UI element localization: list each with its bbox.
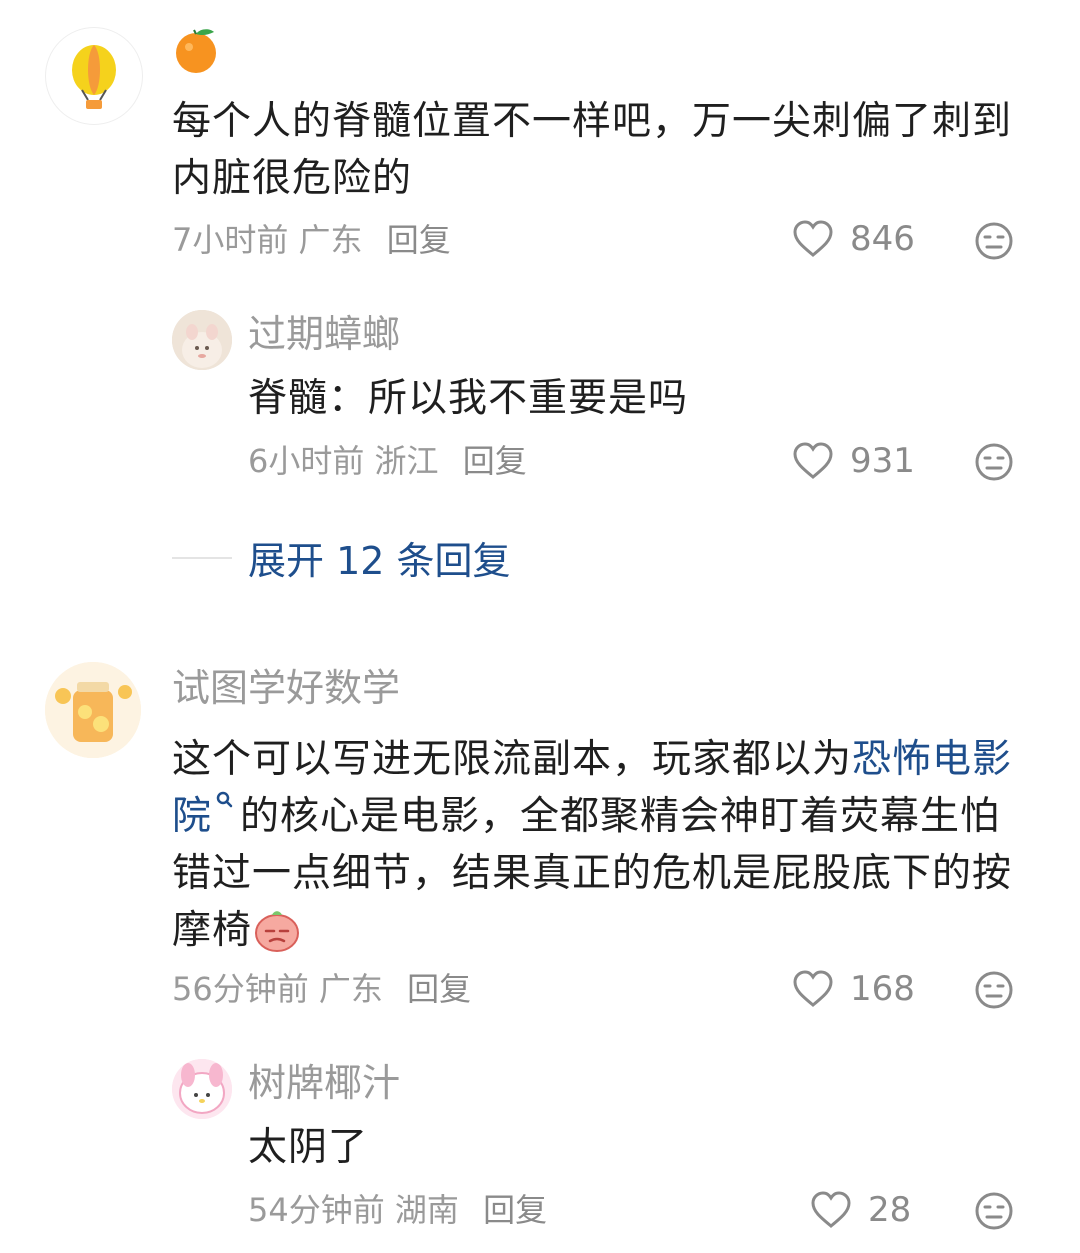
comment-location: 广东: [318, 970, 383, 1008]
comment-time: 6小时前: [248, 442, 365, 480]
comment-content: 太阴了: [248, 1125, 369, 1170]
like-count: 931: [850, 441, 915, 481]
username[interactable]: 试图学好数学: [172, 669, 400, 707]
comment-content: 脊髓：所以我不重要是吗: [248, 376, 689, 421]
search-small-icon: [216, 791, 233, 808]
expand-replies-button[interactable]: 展开 12 条回复: [172, 530, 511, 585]
like-count: 846: [850, 219, 915, 259]
dislike-button[interactable]: [974, 442, 1014, 486]
dislike-button[interactable]: [974, 970, 1014, 1014]
avatar[interactable]: [172, 310, 232, 370]
comment-meta: 56分钟前 广东 回复: [172, 973, 471, 1005]
reply-button[interactable]: 回复: [387, 221, 451, 259]
like-button[interactable]: 28: [810, 1191, 911, 1229]
username[interactable]: 过期蟑螂: [248, 315, 400, 353]
comment-meta: 7小时前 广东 回复: [172, 224, 451, 256]
dislike-button[interactable]: [974, 1191, 1014, 1235]
dislike-face-icon: [975, 222, 1013, 260]
avatar[interactable]: [45, 27, 143, 125]
reply-button[interactable]: 回复: [463, 442, 527, 480]
blush-face-emoji: [252, 907, 302, 969]
like-button[interactable]: 168: [792, 970, 915, 1008]
like-button[interactable]: 931: [792, 442, 915, 480]
dislike-button[interactable]: [974, 221, 1014, 265]
comment-location: 湖南: [394, 1191, 459, 1229]
like-count: 28: [868, 1190, 912, 1230]
comment-time: 56分钟前: [172, 970, 309, 1008]
heart-icon: [793, 442, 833, 479]
comment-meta: 6小时前 浙江 回复: [248, 445, 527, 477]
comment-content: 这个可以写进无限流副本，玩家都以为恐怖电影院 的核心是电影，全都聚精会神盯着荧幕生…: [172, 731, 1032, 969]
reply-button[interactable]: 回复: [407, 970, 471, 1008]
username[interactable]: 树牌椰汁: [248, 1064, 400, 1102]
balloon-avatar-icon: [72, 45, 116, 109]
comment-text-part1: 这个可以写进无限流副本，玩家都以为: [172, 737, 853, 782]
heart-icon: [793, 220, 833, 257]
like-count: 168: [850, 969, 915, 1009]
comment-location: 广东: [298, 221, 363, 259]
comment-time: 7小时前: [172, 221, 289, 259]
orange-icon: [172, 26, 222, 78]
dislike-face-icon: [975, 971, 1013, 1009]
dislike-face-icon: [975, 1192, 1013, 1230]
reply-button[interactable]: 回复: [483, 1191, 547, 1229]
expand-replies-label: 展开 12 条回复: [248, 539, 511, 583]
comment-time: 54分钟前: [248, 1191, 385, 1229]
like-button[interactable]: 846: [792, 220, 915, 258]
comment-meta: 54分钟前 湖南 回复: [248, 1194, 547, 1226]
comment-location: 浙江: [374, 442, 439, 480]
heart-icon: [811, 1191, 851, 1228]
dislike-face-icon: [975, 443, 1013, 481]
heart-icon: [793, 970, 833, 1007]
comment-content: 每个人的脊髓位置不一样吧，万一尖刺偏了刺到内脏很危险的: [172, 99, 1013, 201]
avatar[interactable]: [172, 1059, 232, 1119]
avatar[interactable]: [45, 662, 141, 758]
divider: [172, 556, 232, 559]
